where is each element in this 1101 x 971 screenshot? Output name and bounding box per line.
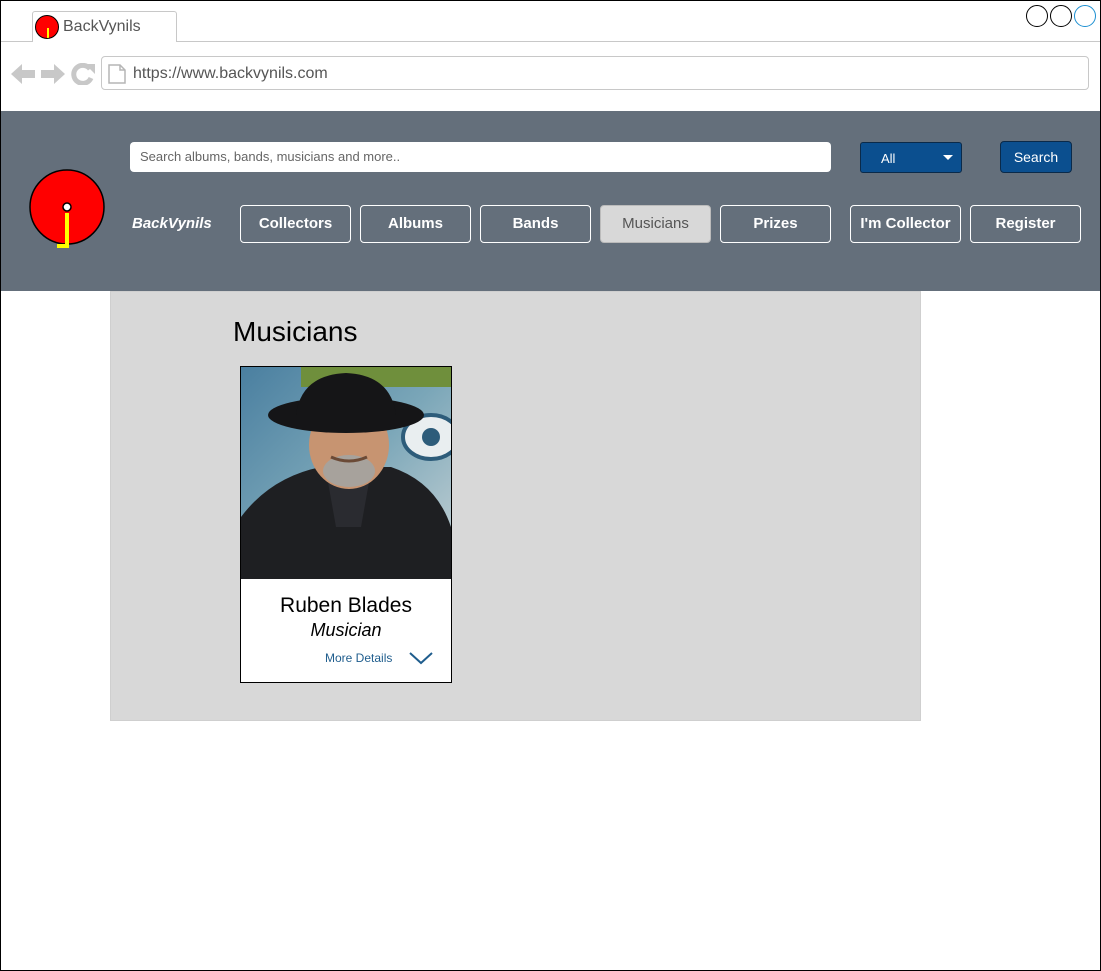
brand-name[interactable]: BackVynils — [132, 215, 212, 232]
caret-down-icon — [943, 155, 953, 160]
tab-bar: BackVynils — [1, 1, 1100, 42]
nav-prizes-button[interactable]: Prizes — [720, 205, 831, 243]
musician-role: Musician — [310, 620, 382, 640]
close-icon[interactable] — [1074, 5, 1096, 27]
reload-icon[interactable] — [71, 63, 95, 85]
site-header: Search albums, bands, musicians and more… — [1, 111, 1100, 291]
forward-arrow-icon[interactable] — [41, 63, 65, 85]
back-arrow-icon[interactable] — [11, 63, 35, 85]
restore-icon[interactable] — [1050, 5, 1072, 27]
address-bar[interactable]: https://www.backvynils.com — [101, 56, 1089, 90]
minimize-icon[interactable] — [1026, 5, 1048, 27]
browser-nav-bar: https://www.backvynils.com — [1, 42, 1100, 110]
search-input[interactable]: Search albums, bands, musicians and more… — [130, 142, 831, 172]
chevron-down-icon[interactable] — [408, 650, 434, 666]
url-text: https://www.backvynils.com — [133, 65, 328, 82]
category-select[interactable]: All — [860, 142, 962, 173]
register-button[interactable]: Register — [970, 205, 1081, 243]
nav-bands-button[interactable]: Bands — [480, 205, 591, 243]
tab-title: BackVynils — [63, 18, 141, 35]
browser-tab[interactable]: BackVynils — [32, 11, 177, 42]
musician-name: Ruben Blades — [280, 594, 412, 617]
page-icon — [108, 64, 126, 84]
page-title: Musicians — [233, 316, 358, 347]
nav-controls — [11, 63, 95, 85]
backvynils-logo[interactable] — [29, 169, 107, 251]
window-controls — [1026, 5, 1096, 27]
browser-window: BackVynils https://www.backvynils.com Se… — [0, 0, 1101, 971]
more-details-link[interactable]: More Details — [325, 651, 392, 665]
musician-card[interactable]: Ruben Blades Musician More Details — [240, 366, 452, 683]
nav-musicians-button[interactable]: Musicians — [600, 205, 711, 243]
im-collector-button[interactable]: I'm Collector — [850, 205, 961, 243]
search-button[interactable]: Search — [1000, 141, 1072, 173]
record-logo-icon — [35, 15, 59, 39]
nav-collectors-button[interactable]: Collectors — [240, 205, 351, 243]
category-select-value: All — [881, 151, 896, 166]
nav-albums-button[interactable]: Albums — [360, 205, 471, 243]
main-content: Musicians Ruben Blades Musician More Det… — [110, 291, 921, 721]
musician-photo — [241, 367, 451, 579]
